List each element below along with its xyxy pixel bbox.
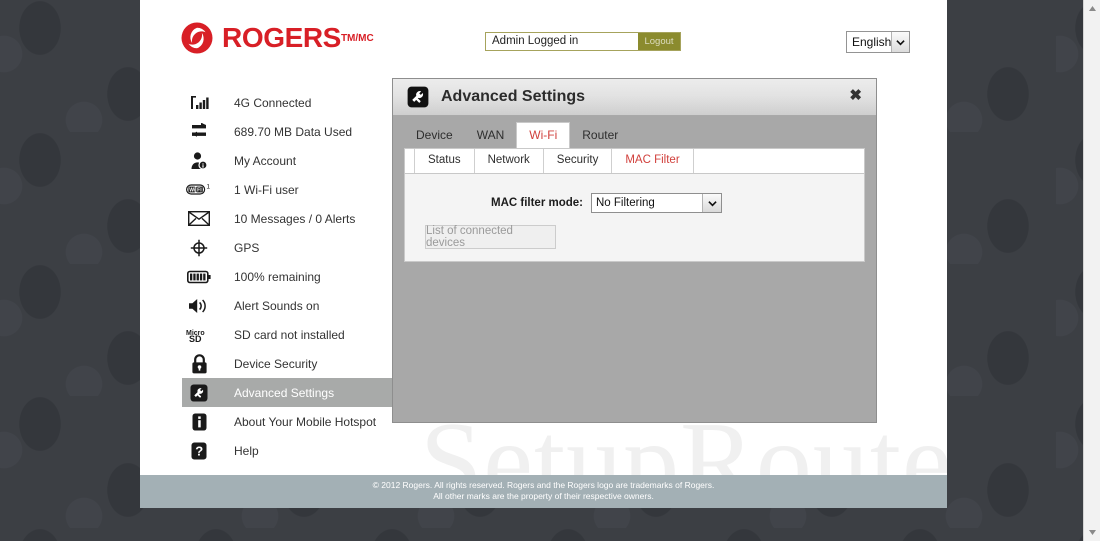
- tab-network[interactable]: Network: [475, 149, 544, 173]
- tab-status[interactable]: Status: [414, 149, 475, 173]
- rogers-swirl-icon: [179, 20, 215, 56]
- svg-text:Wi: Wi: [189, 187, 196, 193]
- panel-content: Status Network Security MAC Filter MAC f…: [404, 148, 865, 262]
- panel-title-text: Advanced Settings: [441, 88, 586, 105]
- padlock-icon: [182, 353, 216, 374]
- page-footer: © 2012 Rogers. All rights reserved. Roge…: [140, 475, 947, 508]
- wrench-icon: [182, 384, 216, 402]
- microsd-icon: Micro SD: [182, 327, 216, 343]
- mac-filter-label: MAC filter mode:: [491, 197, 583, 209]
- sidebar-item-label: Device Security: [234, 356, 318, 371]
- tab-security[interactable]: Security: [544, 149, 613, 173]
- data-transfer-icon: [182, 123, 216, 140]
- sidebar-item-label: 4G Connected: [234, 95, 312, 110]
- triangle-up-icon[interactable]: [1084, 0, 1100, 17]
- advanced-settings-panel: Advanced Settings ✖ Device WAN Wi-Fi Rou…: [392, 78, 877, 423]
- outer-tab-bar: Device WAN Wi-Fi Router: [393, 122, 876, 149]
- battery-icon: [182, 270, 216, 284]
- page-header: ROGERS TM/MC Admin Logged in Logout Engl…: [140, 0, 947, 70]
- question-icon: ?: [182, 442, 216, 460]
- sidebar-item-label: 10 Messages / 0 Alerts: [234, 211, 356, 226]
- svg-text:1: 1: [206, 183, 210, 190]
- inner-tab-bar: Status Network Security MAC Filter: [405, 149, 864, 174]
- speaker-icon: [182, 297, 216, 315]
- login-status-box: Admin Logged in Logout: [485, 32, 681, 51]
- sidebar-item-help[interactable]: ? Help: [182, 436, 434, 465]
- mac-filter-mode-select[interactable]: No Filtering: [591, 193, 722, 213]
- svg-text:SD: SD: [189, 334, 202, 343]
- mac-filter-mode-value: No Filtering: [596, 197, 655, 209]
- tab-mac-filter[interactable]: MAC Filter: [612, 149, 694, 173]
- sidebar-item-label: GPS: [234, 240, 260, 255]
- list-connected-devices-button[interactable]: List of connected devices: [425, 225, 556, 249]
- sidebar-item-label: SD card not installed: [234, 327, 345, 342]
- svg-text:?: ?: [195, 443, 203, 458]
- tab-wifi[interactable]: Wi-Fi: [516, 122, 571, 149]
- signal-bars-icon: [182, 95, 216, 110]
- info-icon: [182, 413, 216, 431]
- mac-filter-row: MAC filter mode: No Filtering: [405, 193, 864, 213]
- trademark-mark: TM/MC: [340, 32, 374, 44]
- sidebar-item-label: Alert Sounds on: [234, 298, 320, 313]
- rogers-logo: ROGERS TM/MC: [179, 20, 374, 56]
- close-icon[interactable]: ✖: [849, 88, 862, 104]
- panel-titlebar: Advanced Settings ✖: [393, 79, 876, 116]
- brand-name: ROGERS: [222, 22, 341, 53]
- page-scrollbar[interactable]: [1083, 0, 1100, 541]
- sidebar-item-label: 689.70 MB Data Used: [234, 124, 353, 139]
- sidebar-item-label: 100% remaining: [234, 269, 321, 284]
- svg-text:FI: FI: [197, 187, 202, 193]
- language-select[interactable]: English: [846, 31, 910, 53]
- chevron-down-icon: [891, 32, 909, 52]
- sidebar-item-label: Help: [234, 443, 259, 458]
- sidebar-item-label: My Account: [234, 153, 297, 168]
- router-admin-page: SetupRouter.co ROGERS TM/MC Admin Logged…: [140, 0, 947, 508]
- envelope-icon: [182, 211, 216, 226]
- triangle-down-icon[interactable]: [1084, 524, 1100, 541]
- gps-crosshair-icon: [182, 239, 216, 257]
- wifi-badge-icon: Wi FI 1: [182, 182, 216, 198]
- logout-button[interactable]: Logout: [638, 33, 680, 50]
- sidebar-item-label: Advanced Settings: [234, 385, 335, 400]
- user-account-icon: [182, 151, 216, 170]
- sidebar-item-label: About Your Mobile Hotspot: [234, 414, 377, 429]
- language-select-value: English: [852, 35, 892, 49]
- footer-line-2: All other marks are the property of thei…: [433, 491, 654, 501]
- tab-device[interactable]: Device: [404, 123, 465, 148]
- tab-router[interactable]: Router: [570, 123, 630, 148]
- tab-wan[interactable]: WAN: [465, 123, 517, 148]
- footer-line-1: © 2012 Rogers. All rights reserved. Roge…: [372, 480, 715, 490]
- sidebar-item-label: 1 Wi-Fi user: [234, 182, 299, 197]
- wrench-icon: [407, 86, 429, 108]
- chevron-down-icon: [702, 194, 721, 212]
- login-status-text: Admin Logged in: [486, 33, 638, 50]
